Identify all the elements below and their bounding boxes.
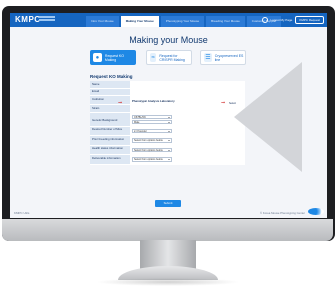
stand-shadow [96, 278, 240, 286]
dna-icon: ≈ [150, 53, 157, 62]
background-cell: C57BL/6N Male [130, 112, 245, 126]
option-request-ko[interactable]: ● Request KO Making [90, 50, 136, 65]
option-label: Request for CRISPR Making [159, 53, 185, 62]
email-field[interactable] [130, 88, 245, 95]
footer-copyright: © Korea Mouse Phenotyping Center [260, 211, 305, 215]
option-request-crispr[interactable]: ≈ Request for CRISPR Making [146, 50, 192, 65]
option-label: Cryopreserved ES line [214, 53, 244, 62]
form-row-email: Email [90, 88, 245, 96]
document-icon: ☰ [204, 53, 212, 62]
user-area: Logout My Page KMPC Request [262, 16, 324, 24]
request-button[interactable]: KMPC Request [295, 16, 324, 24]
background-select[interactable]: C57BL/6N [132, 114, 172, 119]
option-label: Request KO Making [104, 53, 124, 62]
page-title: Making your Mouse [129, 35, 208, 45]
health-select[interactable]: Select from options below [132, 147, 172, 152]
form-row-background: Genetic Background C57BL/6N Male [90, 112, 245, 127]
user-icon[interactable] [262, 17, 269, 23]
form-row-number: Desired Number of Mice 2-3 founder [90, 126, 245, 136]
tab-breeding[interactable]: Breeding Your Mouse [206, 16, 245, 27]
tab-intro[interactable]: Intro Your Mouse [86, 16, 119, 27]
institution-field[interactable]: Phenotypic Analysis Laboratory [130, 96, 245, 104]
form-row-breeding: Prior breeding information Select from o… [90, 136, 245, 146]
submit-button[interactable]: Submit [155, 200, 181, 207]
footer-left-text: KMPC Utils [14, 211, 30, 215]
deliverable-select[interactable]: Select from options below [132, 157, 172, 162]
section-title: Request KO Making [90, 74, 133, 79]
callout-pointer [234, 62, 302, 172]
monitor-chin [2, 219, 333, 241]
tab-making[interactable]: Making Your Mouse [120, 16, 159, 27]
strain-field[interactable] [130, 105, 245, 112]
field-label: Institution [90, 96, 130, 104]
number-select[interactable]: 2-3 founder [132, 128, 172, 133]
logo-subtitle-lines [39, 16, 55, 18]
field-label: Email [90, 88, 130, 95]
field-label: Prior breeding information [90, 136, 130, 145]
form-row-deliverable: Deliverable information Select from opti… [90, 155, 245, 165]
field-label: Health status information [90, 145, 130, 154]
name-field[interactable] [130, 81, 245, 88]
sex-select[interactable]: Male [132, 119, 172, 124]
form-row-strain: Strain [90, 105, 245, 113]
health-cell: Select from options below [130, 145, 245, 154]
form-row-health: Health status information Select from op… [90, 145, 245, 155]
form-row-name: Name [90, 81, 245, 89]
footer-logo [308, 208, 324, 215]
tab-phenotyping[interactable]: Phenotyping Your Mouse [160, 16, 205, 27]
breeding-cell: Select from options below [130, 136, 245, 145]
breeding-select[interactable]: Select from options below [132, 138, 172, 143]
number-cell: 2-3 founder [130, 126, 245, 135]
mouse-icon: ● [93, 53, 102, 62]
field-label: Strain [90, 105, 130, 112]
field-label: Deliverable information [90, 155, 130, 164]
top-navigation-bar: KMPC Intro Your Mouse Making Your Mouse … [10, 13, 327, 27]
deliverable-cell: Select from options below [130, 155, 245, 164]
kmpc-logo[interactable]: KMPC [15, 15, 41, 24]
field-label: Genetic Background [90, 112, 130, 126]
user-links[interactable]: Logout My Page [270, 18, 292, 22]
red-arrow-left: ➞ [118, 100, 123, 106]
field-label: Name [90, 81, 130, 88]
main-tabs: Intro Your Mouse Making Your Mouse Pheno… [86, 16, 283, 27]
red-arrow-right: ➞ [221, 100, 226, 106]
request-form: Name Email Institution Phenotypic Analys… [90, 81, 245, 165]
field-label: Desired Number of Mice [90, 126, 130, 135]
